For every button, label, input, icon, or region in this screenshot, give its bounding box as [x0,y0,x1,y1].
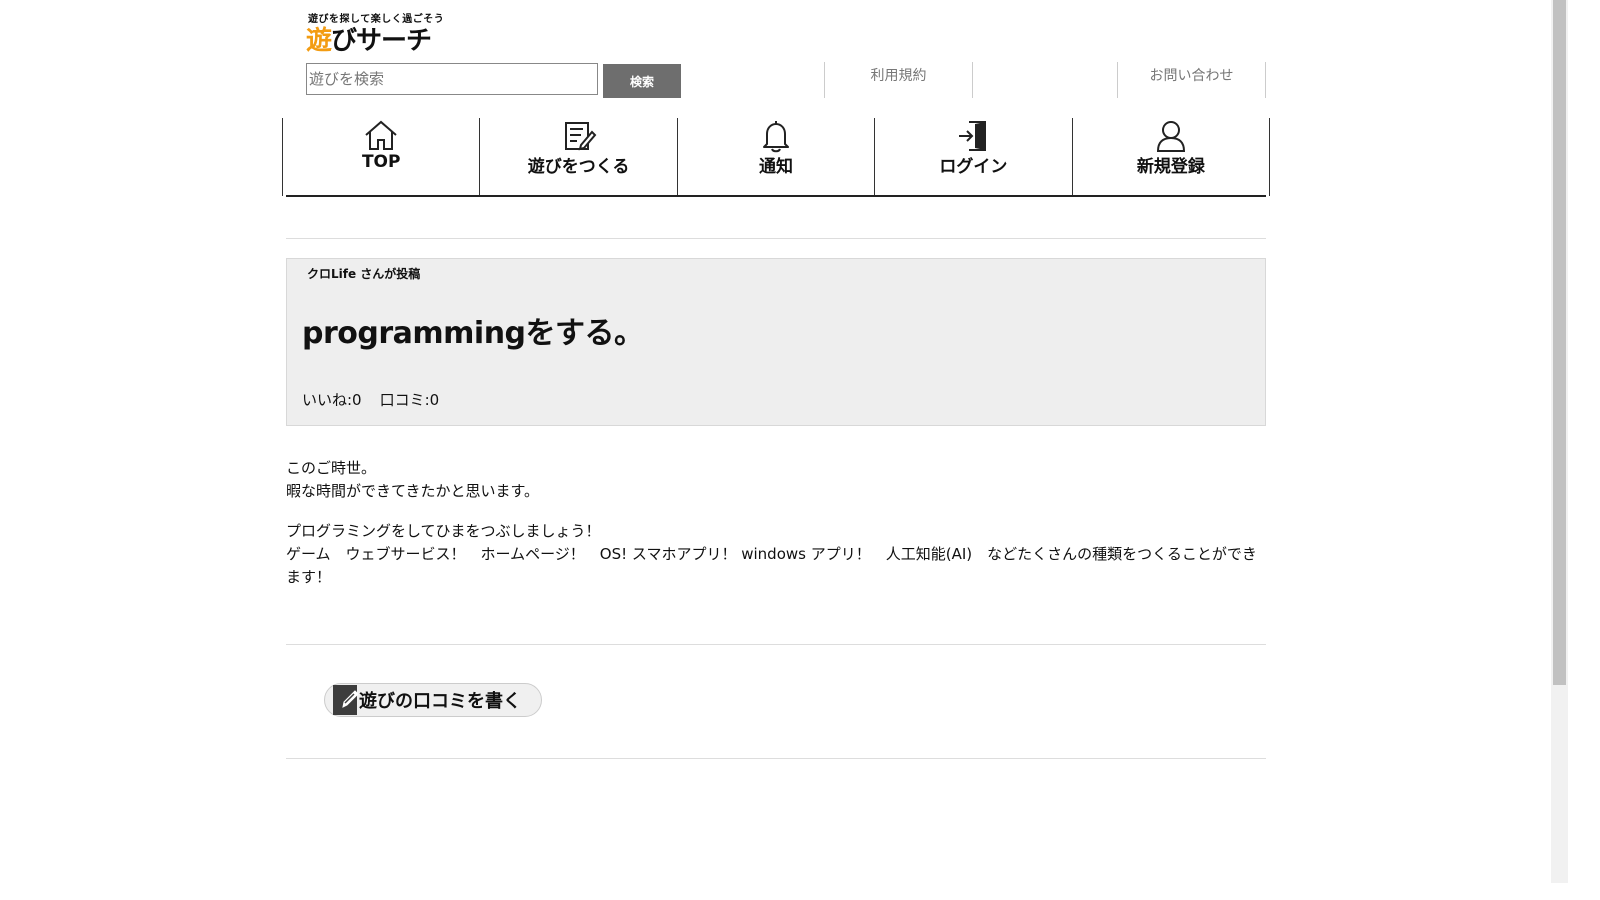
post-title: programmingをする。 [302,316,644,351]
nav-item-create[interactable]: 遊びをつくる [479,118,676,196]
likes-count: いいね:0 [302,391,362,409]
nav-label-login: ログイン [939,157,1008,177]
nav-item-register[interactable]: 新規登録 [1071,118,1271,196]
pencil-icon [333,685,359,715]
divider [286,758,1266,759]
post-author: クロLife さんが投稿 [307,267,421,281]
nav-item-top[interactable]: TOP [282,118,479,196]
nav-underline [286,195,1266,197]
nav-label-top: TOP [361,152,401,172]
post-body-line: プログラミングをしてひまをつぶしましょう！ [286,522,601,540]
nav-label-notifications: 通知 [759,157,794,177]
post-body-line: ゲーム ウェブサービス！ ホームページ！ OS! スマホアプリ！ windows… [286,545,1257,586]
nav-item-notifications[interactable]: 通知 [676,118,874,196]
write-review-button[interactable]: 遊びの口コミを書く [324,683,542,717]
home-icon [365,120,397,150]
site-logo[interactable]: 遊びサーチ [306,26,432,57]
post-stats: いいね:0 口コミ:0 [302,389,457,410]
post-body-line: このご時世。 [286,459,377,477]
user-icon [1156,121,1185,152]
reviews-count: 口コミ:0 [379,391,440,409]
main-nav: TOP 遊びをつくる 通知 ログイン 新規登録 [282,118,1271,196]
scrollbar-thumb[interactable] [1553,0,1566,685]
bell-icon [763,121,790,153]
logo-accent-text: 遊 [306,26,332,56]
terms-link[interactable]: 利用規約 [825,62,972,98]
site-tagline: 遊びを探して楽しく過ごそう [308,14,445,25]
search-input[interactable] [306,63,598,95]
header-divider [972,62,973,98]
divider [286,238,1266,239]
search-button[interactable]: 検索 [603,64,681,98]
header-divider [1265,62,1266,98]
post-body-paragraph: プログラミングをしてひまをつぶしましょう！ ゲーム ウェブサービス！ ホームペー… [286,520,1266,589]
edit-note-icon [564,122,596,151]
nav-label-create: 遊びをつくる [527,157,630,177]
nav-label-register: 新規登録 [1136,157,1205,177]
login-icon [959,121,987,151]
post-body-paragraph: このご時世。 暇な時間ができてきたかと思います。 [286,457,1266,503]
logo-text: びサーチ [331,26,432,56]
nav-item-login[interactable]: ログイン [874,118,1071,196]
write-review-label: 遊びの口コミを書く [359,691,521,712]
post-body-line: 暇な時間ができてきたかと思います。 [286,482,540,500]
divider [286,644,1266,645]
contact-link[interactable]: お問い合わせ [1118,62,1265,98]
